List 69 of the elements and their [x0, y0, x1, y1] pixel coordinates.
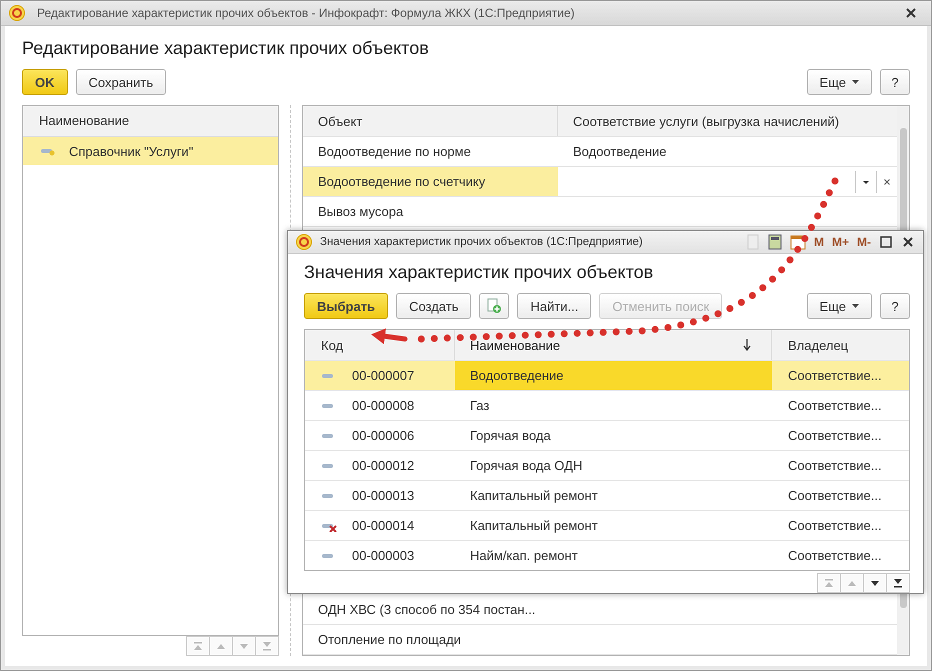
table-cell-text: Отопление по площади: [317, 631, 462, 649]
code-cell: 00-000012: [352, 458, 414, 473]
column-header: Объект: [303, 106, 558, 136]
column-header: Соответствие услуги (выгрузка начислений): [572, 112, 840, 131]
select-button[interactable]: Выбрать: [304, 293, 388, 319]
table-cell-text: Соответствие...: [787, 517, 883, 535]
memory-button[interactable]: M: [814, 235, 824, 249]
table-cell-text: Водоотведение: [572, 143, 668, 161]
copy-button[interactable]: [479, 293, 510, 319]
first-icon: [191, 639, 205, 653]
table-cell-text: Соответствие...: [787, 397, 883, 415]
more-button[interactable]: Еще: [806, 293, 872, 319]
catalog-icon: [41, 146, 55, 156]
form-heading: Значения характеристик прочих объектов: [304, 262, 654, 283]
code-cell: 00-000003: [352, 548, 414, 563]
table-cell-text: Газ: [469, 397, 490, 415]
table-cell-text: Соответствие...: [787, 547, 883, 565]
close-icon[interactable]: [901, 235, 915, 249]
table-cell-text: Найм/кап. ремонт: [469, 547, 579, 565]
memory-button[interactable]: M-: [857, 235, 871, 249]
table-cell-text: Соответствие...: [787, 457, 883, 475]
app-logo-icon: [296, 234, 312, 250]
table-cell-text: Горячая вода: [469, 427, 552, 445]
window-title: Значения характеристик прочих объектов (1С:Предприятие): [320, 236, 643, 248]
form-heading: Редактирование характеристик прочих объектов: [22, 38, 430, 59]
code-cell: 00-000014: [352, 518, 414, 533]
table-cell: Водоотведение по счетчику: [303, 167, 558, 196]
table-cell-text: Капитальный ремонт: [469, 517, 599, 535]
first-icon: [822, 576, 836, 590]
caret-icon: [852, 304, 859, 308]
maximize-icon[interactable]: [879, 235, 893, 249]
code-cell: 00-000013: [352, 488, 414, 503]
table-cell-text: Горячая вода ОДН: [469, 457, 584, 475]
sort-arrow-icon: [743, 339, 751, 351]
table-cell: Водоотведение: [455, 361, 772, 390]
code-cell: 00-000006: [352, 428, 414, 443]
table-cell-text: ОДН ХВС (3 способ по 354 постан...: [317, 601, 536, 619]
nav-button[interactable]: [863, 573, 887, 593]
last-icon: [260, 639, 274, 653]
more-button[interactable]: Еще: [806, 69, 872, 95]
toolbar-button[interactable]: Найти...: [517, 293, 592, 319]
help-button[interactable]: ?: [880, 293, 910, 319]
table-cell-text: Соответствие...: [787, 487, 883, 505]
table-cell-text: Капитальный ремонт: [469, 487, 599, 505]
memory-button[interactable]: M+: [832, 235, 849, 249]
caret-icon: [852, 80, 859, 84]
window-title: Редактирование характеристик прочих объектов - Инфокрафт: Формула ЖКХ (1С:Предприятие): [37, 6, 576, 20]
column-header: Наименование: [23, 106, 278, 137]
add-document-icon: [486, 298, 502, 314]
table-cell-text: Вывоз мусора: [317, 203, 404, 221]
save-button[interactable]: Сохранить: [76, 69, 166, 95]
last-icon: [891, 576, 905, 590]
ok-button[interactable]: OK: [22, 69, 68, 95]
code-cell: 00-000008: [352, 398, 414, 413]
toolbar-button[interactable]: Создать: [396, 293, 472, 319]
table-cell-text: Водоотведение по норме: [317, 143, 472, 161]
column-header[interactable]: Наименование: [470, 338, 560, 352]
table-cell-text: Соответствие...: [787, 427, 883, 445]
nav-button[interactable]: [886, 573, 910, 593]
list-item[interactable]: Справочник "Услуги": [23, 137, 278, 165]
column-header[interactable]: Код: [305, 330, 455, 360]
close-icon[interactable]: [905, 7, 917, 19]
help-button[interactable]: ?: [880, 69, 910, 95]
code-cell: 00-000007: [352, 368, 414, 383]
table-cell-text: Соответствие...: [787, 367, 883, 385]
calculator-icon[interactable]: [768, 234, 782, 250]
column-header[interactable]: Владелец: [772, 330, 909, 360]
app-logo-icon: [9, 5, 25, 21]
item-label: Справочник "Услуги": [69, 144, 194, 158]
